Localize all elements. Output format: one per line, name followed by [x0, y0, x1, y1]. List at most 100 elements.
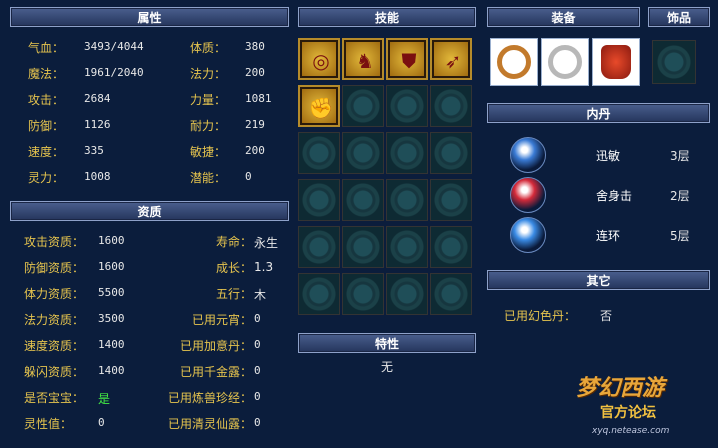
attr-value: 200	[245, 144, 265, 157]
attr-value: 1081	[245, 92, 272, 105]
accessory-slot-empty[interactable]	[652, 40, 696, 84]
inner-dan-name: 舍身击	[596, 189, 633, 203]
fist-skill-icon: ✊	[302, 89, 336, 123]
skill-slot-empty[interactable]	[342, 273, 384, 315]
skill-slot[interactable]: ◎	[298, 38, 340, 80]
skill-slot[interactable]: ➶	[430, 38, 472, 80]
aptitude-value: 0	[254, 312, 261, 325]
inner-dan-level: 2层	[670, 189, 690, 203]
bow-skill-icon: ➶	[434, 42, 468, 76]
skills-header: 技能	[298, 7, 476, 27]
aptitude-label: 已用炼兽珍经：	[167, 391, 252, 405]
inner-dan-orb-icon[interactable]	[510, 177, 546, 213]
game-logo: 梦幻西游 官方论坛 xyq.netease.com	[570, 370, 710, 440]
skill-slot-empty[interactable]	[298, 132, 340, 174]
owl-skill-icon: ♞	[346, 42, 380, 76]
aptitude-label: 躲闪资质：	[24, 365, 85, 379]
aptitude-label: 速度资质：	[24, 339, 85, 353]
attr-label: 攻击：	[28, 93, 65, 107]
aptitude-label: 已用加意丹：	[179, 339, 252, 353]
logo-brand: 梦幻西游	[576, 376, 665, 401]
skill-slot-empty[interactable]	[298, 179, 340, 221]
aptitude-label: 已用元宵：	[191, 313, 252, 327]
other-value: 否	[600, 309, 613, 323]
skill-slot-empty[interactable]	[430, 179, 472, 221]
attr-label: 潜能：	[190, 171, 227, 185]
skill-slot-empty[interactable]	[342, 179, 384, 221]
skill-slot-empty[interactable]	[298, 226, 340, 268]
aptitude-value: 是	[98, 392, 111, 406]
attr-value: 1126	[84, 118, 111, 131]
attr-value: 1008	[84, 170, 111, 183]
aptitude-label: 灵性值：	[24, 417, 73, 431]
traits-value: 无	[380, 360, 393, 374]
aptitude-value: 5500	[98, 286, 125, 299]
aptitude-label: 法力资质：	[24, 313, 85, 327]
inner-dan-name: 迅敏	[596, 149, 621, 163]
skill-slot[interactable]: ♞	[342, 38, 384, 80]
skill-slot-empty[interactable]	[298, 273, 340, 315]
attr-value: 219	[245, 118, 265, 131]
skill-slot-empty[interactable]	[386, 179, 428, 221]
skill-slot[interactable]: ✊	[298, 85, 340, 127]
shield-skill-icon: ⛊	[390, 42, 424, 76]
attributes-header: 属性	[10, 7, 289, 27]
skill-slot-empty[interactable]	[342, 85, 384, 127]
collar-icon	[548, 45, 582, 79]
inner-dan-header: 内丹	[487, 103, 710, 123]
logo-sub: 官方论坛	[600, 405, 656, 421]
attr-value: 335	[84, 144, 104, 157]
attr-label: 敏捷：	[190, 145, 227, 159]
skill-slot[interactable]: ⛊	[386, 38, 428, 80]
skill-slot-empty[interactable]	[386, 132, 428, 174]
inner-dan-level: 5层	[670, 229, 690, 243]
attr-label: 灵力：	[28, 171, 65, 185]
aptitude-value: 木	[254, 288, 267, 302]
inner-dan-orb-icon[interactable]	[510, 217, 546, 253]
equip-slot-necklace[interactable]	[490, 38, 538, 86]
necklace-icon	[497, 45, 531, 79]
attr-value: 1961/2040	[84, 66, 144, 79]
aptitude-label: 寿命：	[215, 235, 252, 249]
attr-label: 魔法：	[28, 67, 65, 81]
aptitude-value: 3500	[98, 312, 125, 325]
skill-slot-empty[interactable]	[342, 132, 384, 174]
aptitude-value: 0	[254, 416, 261, 429]
traits-header: 特性	[298, 333, 476, 353]
logo-url: xyq.netease.com	[592, 426, 670, 436]
equip-slot-collar[interactable]	[541, 38, 589, 86]
aptitude-label: 是否宝宝：	[24, 391, 85, 405]
aptitude-value: 1600	[98, 234, 125, 247]
attr-value: 3493/4044	[84, 40, 144, 53]
aptitude-label: 攻击资质：	[24, 235, 85, 249]
aptitude-value: 永生	[254, 236, 279, 250]
skill-slot-empty[interactable]	[430, 273, 472, 315]
attr-label: 耐力：	[190, 119, 227, 133]
skill-slot-empty[interactable]	[386, 85, 428, 127]
aptitude-value: 1400	[98, 338, 125, 351]
aptitude-label: 成长：	[215, 261, 252, 275]
attr-label: 气血：	[28, 41, 65, 55]
aptitude-value: 1600	[98, 260, 125, 273]
aptitude-label: 已用千金露：	[179, 365, 252, 379]
skill-slot-empty[interactable]	[430, 226, 472, 268]
attr-value: 200	[245, 66, 265, 79]
attr-label: 体质：	[190, 41, 227, 55]
other-header: 其它	[487, 270, 710, 290]
skill-slot-empty[interactable]	[430, 132, 472, 174]
skill-slot-empty[interactable]	[430, 85, 472, 127]
skill-slot-empty[interactable]	[342, 226, 384, 268]
attr-value: 2684	[84, 92, 111, 105]
equip-slot-armor[interactable]	[592, 38, 640, 86]
attr-label: 速度：	[28, 145, 65, 159]
aptitude-value: 0	[98, 416, 105, 429]
inner-dan-orb-icon[interactable]	[510, 137, 546, 173]
skill-slot-empty[interactable]	[386, 226, 428, 268]
aptitude-label: 已用清灵仙露：	[167, 417, 252, 431]
skill-slot-empty[interactable]	[386, 273, 428, 315]
aptitude-label: 防御资质：	[24, 261, 85, 275]
aptitude-value: 0	[254, 364, 261, 377]
attr-value: 380	[245, 40, 265, 53]
aptitude-value: 1.3	[254, 260, 274, 274]
aptitude-label: 五行：	[215, 287, 252, 301]
